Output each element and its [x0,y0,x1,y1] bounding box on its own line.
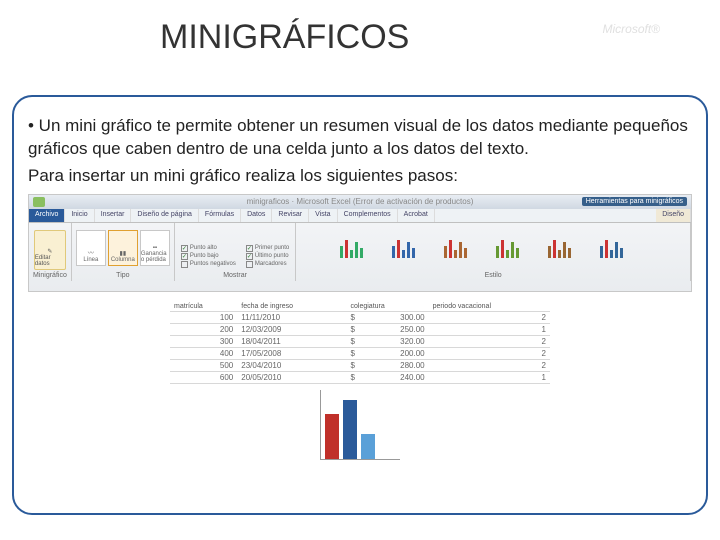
group-minigrafico: ✎ Editar datos Minigráfico [29,223,72,281]
description-1: • Un mini gráfico te permite obtener un … [28,115,692,161]
checkbox-low[interactable]: ✓ [181,253,188,260]
style-swatch-1[interactable] [340,236,386,258]
tab-inicio[interactable]: Inicio [65,209,94,222]
group-estilo: Estilo [296,223,691,281]
sheet-body: 10011/11/2010$300.00220012/03/2009$250.0… [170,311,550,383]
description-2: Para insertar un mini gráfico realiza lo… [28,165,692,188]
brand-watermark: Microsoft® [602,22,660,36]
tab-formulas[interactable]: Fórmulas [199,209,241,222]
checkbox-high[interactable]: ✓ [181,245,188,252]
col-colegiatura: colegiatura [347,302,429,312]
chart-bar [325,414,339,458]
tab-diseno-pagina[interactable]: Diseño de página [131,209,199,222]
type-winloss-label: Ganancia o pérdida [141,251,169,263]
label-high: Punto alto [190,245,217,251]
group-label-mostrar: Mostrar [223,272,247,279]
line-icon: 〰 [88,248,94,257]
type-winloss-button[interactable]: ▪▪Ganancia o pérdida [140,230,170,266]
col-matricula: matrícula [170,302,237,312]
table-row: 20012/03/2009$250.001 [170,323,550,335]
checkbox-markers[interactable] [246,261,253,268]
ribbon-body: ✎ Editar datos Minigráfico 〰Línea ▮▮Colu… [29,223,691,281]
tab-revisar[interactable]: Revisar [272,209,309,222]
table-row: 40017/05/2008$200.002 [170,347,550,359]
checkbox-last[interactable]: ✓ [246,253,253,260]
style-swatch-6[interactable] [600,236,646,258]
mini-bar-chart [320,390,400,460]
style-swatch-5[interactable] [548,236,594,258]
group-label-estilo: Estilo [485,272,502,279]
slide-title: MINIGRÁFICOS [160,18,409,57]
label-neg: Puntos negativos [190,261,236,267]
tab-file[interactable]: Archivo [29,209,65,222]
quick-access-icon [33,197,45,207]
style-swatch-4[interactable] [496,236,542,258]
show-col-1: ✓Punto alto ✓Punto bajo Puntos negativos [179,243,238,270]
window-title-text: minigraficos · Microsoft Excel (Error de… [247,197,474,206]
tab-insertar[interactable]: Insertar [95,209,132,222]
contextual-tab-title: Herramientas para minigráficos [582,197,687,206]
table-row: 30018/04/2011$320.002 [170,335,550,347]
sparkline-type-row: 〰Línea ▮▮Columna ▪▪Ganancia o pérdida [76,230,170,266]
col-periodo: periodo vacacional [429,302,550,312]
group-tipo: 〰Línea ▮▮Columna ▪▪Ganancia o pérdida Ti… [72,223,175,281]
edit-data-label: Editar datos [35,255,65,267]
table-row: 60020/05/2010$240.001 [170,371,550,383]
chart-bar [343,400,357,459]
tab-vista[interactable]: Vista [309,209,337,222]
content-card: • Un mini gráfico te permite obtener un … [12,95,708,515]
type-line-label: Línea [83,257,98,263]
show-col-2: ✓Primer punto ✓Último punto Marcadores [244,243,291,270]
tab-datos[interactable]: Datos [241,209,272,222]
type-column-button[interactable]: ▮▮Columna [108,230,138,266]
data-sheet: matrícula fecha de ingreso colegiatura p… [170,302,550,384]
group-mostrar: ✓Punto alto ✓Punto bajo Puntos negativos… [175,223,296,281]
label-first: Primer punto [255,245,289,251]
column-icon: ▮▮ [120,250,127,257]
label-low: Punto bajo [190,253,219,259]
checkbox-neg[interactable] [181,261,188,268]
col-fecha: fecha de ingreso [237,302,346,312]
label-markers: Marcadores [255,261,287,267]
chart-bar [361,434,375,459]
ribbon-tabs: Archivo Inicio Insertar Diseño de página… [29,209,691,223]
style-swatch-3[interactable] [444,236,490,258]
style-gallery[interactable] [336,225,650,270]
sheet-header-row: matrícula fecha de ingreso colegiatura p… [170,302,550,312]
tab-diseno-context[interactable]: Diseño [656,209,691,222]
table-row: 50023/04/2010$280.002 [170,359,550,371]
group-label-tipo: Tipo [116,272,129,279]
table-row: 10011/11/2010$300.002 [170,311,550,323]
label-last: Último punto [255,253,289,259]
edit-data-button[interactable]: ✎ Editar datos [34,230,66,270]
checkbox-first[interactable]: ✓ [246,245,253,252]
style-swatch-2[interactable] [392,236,438,258]
tab-acrobat[interactable]: Acrobat [398,209,435,222]
type-line-button[interactable]: 〰Línea [76,230,106,266]
type-column-label: Columna [111,257,135,263]
window-titlebar: minigraficos · Microsoft Excel (Error de… [29,195,691,209]
group-label-minigrafico: Minigráfico [33,272,67,279]
pencil-icon: ✎ [47,248,52,255]
tab-complementos[interactable]: Complementos [338,209,398,222]
excel-ribbon-screenshot: minigraficos · Microsoft Excel (Error de… [28,194,692,292]
